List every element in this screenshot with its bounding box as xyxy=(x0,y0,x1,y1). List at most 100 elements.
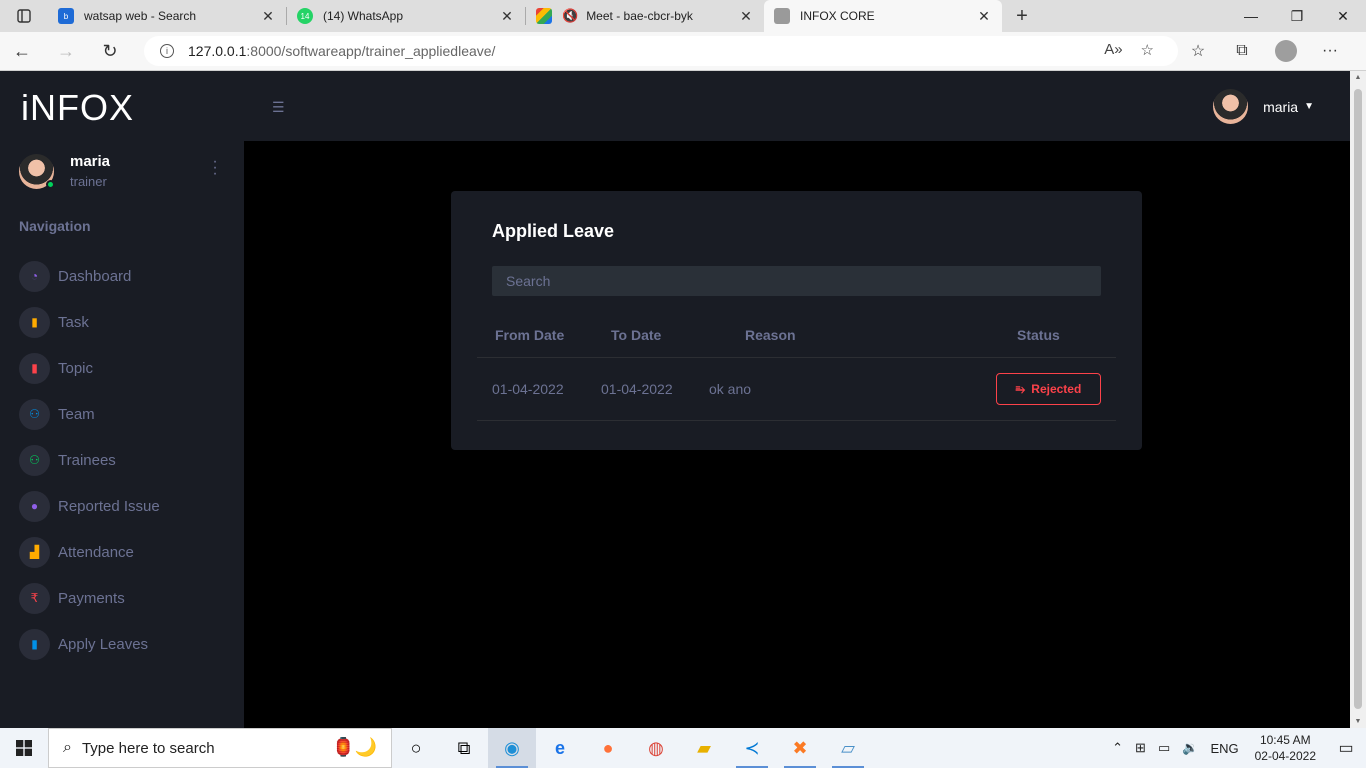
browser-tab-meet[interactable]: 🔇 Meet - bae-cbcr-byk ✕ xyxy=(526,0,764,32)
taskbar-apps: ○ ⧉ ◉ e ● ◍ ▰ ≺ ✖ ▱ xyxy=(392,728,872,768)
xampp-icon[interactable]: ✖ xyxy=(776,728,824,768)
browser-tab-whatsapp[interactable]: 14 (14) WhatsApp ✕ xyxy=(287,0,525,32)
chrome-icon[interactable]: ◍ xyxy=(632,728,680,768)
collections-icon[interactable]: ⧉ xyxy=(1220,36,1264,66)
status-badge[interactable]: ⥱ Rejected xyxy=(996,373,1101,405)
more-icon[interactable]: ··· xyxy=(1308,36,1352,66)
column-header-status: Status xyxy=(1017,327,1060,343)
tab-title: (14) WhatsApp xyxy=(323,9,404,23)
chevron-up-icon[interactable]: ⌃ xyxy=(1112,740,1123,756)
new-tab-button[interactable]: + xyxy=(1002,0,1042,32)
restore-icon[interactable]: ❐ xyxy=(1274,0,1320,32)
column-header-from-date: From Date xyxy=(495,327,565,343)
cell-reason: ok ano xyxy=(709,381,752,397)
language-indicator[interactable]: ENG xyxy=(1210,741,1238,756)
rejected-icon: ⥱ xyxy=(1015,381,1026,396)
table-header: From Date To Date Reason Status xyxy=(477,315,1116,358)
browser-tab-infox[interactable]: INFOX CORE ✕ xyxy=(764,0,1002,32)
refresh-button[interactable]: ↻ xyxy=(88,32,132,71)
info-icon[interactable]: i xyxy=(160,44,174,58)
applied-leave-card: Applied Leave From Date To Date Reason S… xyxy=(451,191,1142,450)
clipboard-icon: ▮ xyxy=(19,306,50,338)
scroll-up-icon[interactable]: ▲ xyxy=(1350,74,1366,81)
window-controls: — ❐ ✕ xyxy=(1228,0,1366,32)
app-root: iNFOX maria trainer · · · Navigation ◔ Das… xyxy=(0,71,1350,728)
address-bar[interactable]: i 127.0.0.1:8000/softwareapp/trainer_app… xyxy=(144,36,1178,66)
profile-button[interactable] xyxy=(1264,36,1308,66)
scrollbar-thumb[interactable] xyxy=(1354,89,1362,709)
sidebar-item-trainees[interactable]: ⚇ Trainees xyxy=(19,437,160,483)
tab-actions-icon xyxy=(17,9,31,23)
sidebar-item-topic[interactable]: ▮ Topic xyxy=(19,345,160,391)
sidebar: iNFOX maria trainer · · · Navigation ◔ Das… xyxy=(0,71,244,728)
cell-from-date: 01-04-2022 xyxy=(492,381,564,397)
notification-icon[interactable]: ▭ xyxy=(1326,738,1366,758)
edge-icon[interactable]: ◉ xyxy=(488,728,536,768)
plus-icon: + xyxy=(1016,4,1028,27)
url-host: 127.0.0.1 xyxy=(188,43,247,59)
kebab-menu-icon[interactable]: · · · xyxy=(208,154,222,182)
sidebar-item-dashboard[interactable]: ◔ Dashboard xyxy=(19,253,160,299)
monitor-icon[interactable]: ▭ xyxy=(1158,740,1170,756)
system-tray: ⌃ ⊞ ▭ 🔉 ENG 10:45 AM 02-04-2022 ▭ xyxy=(1106,728,1366,768)
tab-actions-button[interactable] xyxy=(0,0,48,32)
close-icon[interactable]: ✕ xyxy=(738,8,754,25)
sidebar-item-reported-issue[interactable]: ● Reported Issue xyxy=(19,483,160,529)
taskbar-search-box[interactable]: ⌕ Type here to search 🏮🌙 xyxy=(48,728,392,768)
tab-title: INFOX CORE xyxy=(800,9,875,23)
book-icon: ▮ xyxy=(19,352,50,384)
rupee-icon: ₹ xyxy=(19,582,50,614)
vscode-icon[interactable]: ≺ xyxy=(728,728,776,768)
alert-icon: ● xyxy=(19,490,50,522)
avatar xyxy=(1213,89,1249,124)
taskbar-clock[interactable]: 10:45 AM 02-04-2022 xyxy=(1255,732,1316,764)
hamburger-menu-icon[interactable]: ☰ xyxy=(272,99,285,116)
internet-explorer-icon[interactable]: e xyxy=(536,728,584,768)
brand-logo[interactable]: iNFOX xyxy=(21,87,134,129)
address-bar-actions: A» ☆ xyxy=(1104,41,1154,59)
file-explorer-icon[interactable]: ▰ xyxy=(680,728,728,768)
browser-tab-bing[interactable]: b watsap web - Search ✕ xyxy=(48,0,286,32)
close-icon[interactable]: ✕ xyxy=(976,8,992,25)
page-icon xyxy=(774,8,790,24)
search-highlight-icon: 🏮🌙 xyxy=(332,737,377,757)
url-path: :8000/softwareapp/trainer_appliedleave/ xyxy=(246,43,496,59)
close-icon[interactable]: ✕ xyxy=(260,8,276,25)
page-scrollbar[interactable]: ▲ ▼ xyxy=(1350,71,1366,728)
volume-icon[interactable]: 🔉 xyxy=(1182,740,1198,756)
user-menu-dropdown[interactable]: maria ▼ xyxy=(1213,89,1314,124)
sidebar-item-attendance[interactable]: ▟ Attendance xyxy=(19,529,160,575)
close-icon[interactable]: ✕ xyxy=(499,8,515,25)
windows-logo-icon xyxy=(16,740,32,756)
sidebar-item-payments[interactable]: ₹ Payments xyxy=(19,575,160,621)
nav-heading: Navigation xyxy=(19,218,91,234)
forward-button[interactable]: → xyxy=(44,32,88,71)
notepad-icon[interactable]: ▱ xyxy=(824,728,872,768)
close-window-icon[interactable]: ✕ xyxy=(1320,0,1366,32)
muted-speaker-icon[interactable]: 🔇 xyxy=(562,8,578,24)
clock-time: 10:45 AM xyxy=(1259,733,1311,747)
sidebar-item-label: Payments xyxy=(58,589,125,607)
back-button[interactable]: ← xyxy=(0,32,44,71)
avatar xyxy=(19,153,55,189)
sidebar-item-task[interactable]: ▮ Task xyxy=(19,299,160,345)
start-button[interactable] xyxy=(0,728,48,768)
card-title: Applied Leave xyxy=(492,221,615,241)
favorites-icon[interactable]: ☆ xyxy=(1176,36,1220,66)
top-navbar: ☰ maria ▼ xyxy=(244,71,1350,141)
scroll-down-icon[interactable]: ▼ xyxy=(1350,718,1366,725)
firefox-icon[interactable]: ● xyxy=(584,728,632,768)
cell-to-date: 01-04-2022 xyxy=(601,381,673,397)
cortana-icon[interactable]: ○ xyxy=(392,728,440,768)
network-icon[interactable]: ⊞ xyxy=(1135,740,1146,756)
column-header-to-date: To Date xyxy=(611,327,662,343)
users-icon: ⚇ xyxy=(19,398,50,430)
add-favorite-icon[interactable]: ☆ xyxy=(1141,41,1154,59)
minimize-icon[interactable]: — xyxy=(1228,0,1274,32)
task-view-icon[interactable]: ⧉ xyxy=(440,728,488,768)
read-aloud-icon[interactable]: A» xyxy=(1104,41,1122,59)
search-input[interactable] xyxy=(492,266,1101,296)
sidebar-item-apply-leaves[interactable]: ▮ Apply Leaves xyxy=(19,621,160,667)
status-label: Rejected xyxy=(1031,382,1082,396)
sidebar-item-team[interactable]: ⚇ Team xyxy=(19,391,160,437)
